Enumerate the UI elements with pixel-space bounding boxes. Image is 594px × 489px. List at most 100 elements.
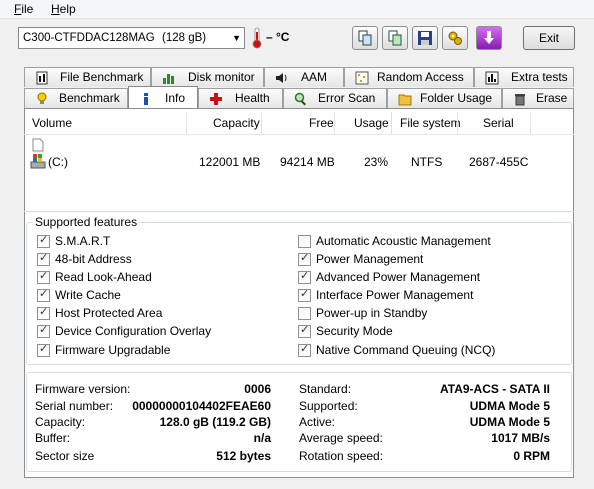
col-separator	[261, 112, 262, 134]
drive-select[interactable]: C300-CTFDDAC128MAG (128 gB) ▼	[18, 27, 245, 49]
checkmark-icon: ✓	[300, 288, 310, 300]
col-free[interactable]: Free	[309, 116, 334, 130]
tab-health-label: Health	[235, 91, 270, 105]
feature-checkbox[interactable]: ✓	[298, 324, 311, 338]
checkmark-icon: ✓	[300, 270, 310, 282]
screenshot-button[interactable]	[476, 26, 502, 50]
feature-checkbox[interactable]: ✓	[298, 252, 311, 266]
thermometer-icon	[252, 27, 262, 49]
feature-checkbox[interactable]: ✓	[298, 288, 311, 302]
feature-checkbox[interactable]: ✓	[298, 343, 311, 357]
info-value-supported: UDMA Mode 5	[469, 399, 550, 413]
feature-label: Advanced Power Management	[316, 270, 481, 284]
tab-info[interactable]: Info	[128, 86, 198, 108]
menu-bar: File Help	[0, 0, 594, 19]
menu-file-label: File	[14, 2, 34, 16]
feature-label: Native Command Queuing (NCQ)	[316, 343, 496, 357]
extra-tests-icon	[485, 71, 499, 85]
info-value-buffer: n/a	[253, 431, 271, 445]
info-value-serial-number: 00000000104402FEAE60	[132, 399, 271, 413]
tab-benchmark-label: Benchmark	[59, 91, 120, 105]
feature-label: Write Cache	[55, 288, 121, 302]
feature-label: Device Configuration Overlay	[55, 324, 212, 338]
header-divider	[24, 134, 574, 135]
feature-checkbox[interactable]: ✓	[37, 324, 50, 338]
info-value-rotation-speed: 0 RPM	[513, 449, 550, 463]
exit-button[interactable]: Exit	[523, 26, 575, 50]
options-button[interactable]	[442, 26, 468, 50]
checkmark-icon: ✓	[39, 270, 49, 282]
volume-cell: (C:)	[48, 155, 68, 169]
down-arrow-icon	[484, 31, 494, 44]
tab-error-scan[interactable]: Error Scan	[283, 88, 387, 108]
menu-help-label: Help	[51, 2, 76, 16]
capacity-cell: 122001 MB	[199, 155, 261, 169]
col-usage[interactable]: Usage	[354, 116, 389, 130]
feature-checkbox[interactable]: ✓	[37, 306, 50, 320]
feature-checkbox[interactable]: ✓	[37, 343, 50, 357]
drive-size: (128 gB)	[162, 32, 207, 44]
col-serial[interactable]: Serial	[483, 116, 514, 130]
magnifier-icon	[294, 92, 306, 106]
tab-extra-tests-label: Extra tests	[511, 70, 568, 84]
volume-table[interactable]: Volume Capacity Free Usage File system S…	[24, 110, 574, 212]
info-value-average-speed: 1017 MB/s	[491, 431, 550, 445]
feature-label: Interface Power Management	[316, 288, 474, 302]
save-button[interactable]	[412, 26, 438, 50]
tab-folder-usage-label: Folder Usage	[420, 91, 493, 105]
folder-icon	[398, 94, 412, 106]
tab-health[interactable]: Health	[198, 88, 283, 108]
drive-name: C300-CTFDDAC128MAG	[23, 32, 155, 44]
tab-extra-tests[interactable]: Extra tests	[474, 67, 574, 87]
col-volume[interactable]: Volume	[32, 116, 72, 130]
windows-drive-icon	[30, 154, 46, 169]
tab-row-bottom: Benchmark Info Health Error Scan Folder …	[24, 86, 574, 108]
tab-file-benchmark[interactable]: File Benchmark	[24, 67, 151, 87]
feature-checkbox[interactable]: ✓	[37, 252, 50, 266]
copy-icon	[358, 30, 372, 46]
feature-checkbox[interactable]	[298, 307, 311, 320]
feature-label: Automatic Acoustic Management	[316, 234, 491, 248]
info-label-capacity: Capacity:	[35, 415, 86, 429]
tab-random-access[interactable]: Random Access	[344, 67, 474, 87]
col-capacity[interactable]: Capacity	[213, 116, 260, 130]
copy-info-button[interactable]	[352, 26, 378, 50]
feature-checkbox[interactable]: ✓	[37, 234, 50, 248]
blank-file-icon	[32, 138, 44, 152]
info-label-sector-size: Sector size	[35, 449, 95, 463]
copy-all-button[interactable]	[382, 26, 408, 50]
feature-checkbox[interactable]	[298, 235, 311, 248]
tab-file-benchmark-label: File Benchmark	[60, 70, 144, 84]
gears-icon	[448, 31, 462, 45]
tab-erase[interactable]: Erase	[502, 88, 574, 108]
menu-help[interactable]: Help	[51, 2, 76, 16]
feature-checkbox[interactable]: ✓	[37, 270, 50, 284]
checkmark-icon: ✓	[300, 252, 310, 264]
menu-file[interactable]: File	[14, 2, 33, 16]
feature-label: Security Mode	[316, 324, 393, 338]
feature-label: Power-up in Standby	[316, 306, 428, 320]
checkmark-icon: ✓	[39, 324, 49, 336]
tab-disk-monitor[interactable]: Disk monitor	[151, 67, 264, 87]
info-icon	[144, 93, 148, 105]
checkmark-icon: ✓	[39, 288, 49, 300]
tab-aam[interactable]: AAM	[264, 67, 344, 87]
bar-chart-icon	[163, 74, 174, 84]
lightbulb-icon	[37, 92, 47, 104]
usage-cell: 23%	[364, 155, 389, 169]
checkmark-icon: ✓	[39, 252, 49, 264]
dropdown-arrow-icon: ▼	[232, 33, 241, 43]
feature-checkbox[interactable]: ✓	[298, 270, 311, 284]
feature-label: 48-bit Address	[55, 252, 132, 266]
info-label-average-speed: Average speed:	[299, 431, 383, 445]
tab-benchmark[interactable]: Benchmark	[24, 88, 128, 108]
floppy-disk-icon	[418, 31, 432, 45]
tab-error-scan-label: Error Scan	[318, 91, 376, 105]
scatter-grid-icon	[355, 71, 369, 85]
file-benchmark-icon	[36, 71, 48, 85]
col-filesystem[interactable]: File system	[400, 116, 461, 130]
tab-aam-label: AAM	[301, 70, 328, 84]
feature-checkbox[interactable]: ✓	[37, 288, 50, 302]
info-value-capacity: 128.0 gB (119.2 GB)	[159, 415, 271, 429]
tab-folder-usage[interactable]: Folder Usage	[387, 88, 502, 108]
